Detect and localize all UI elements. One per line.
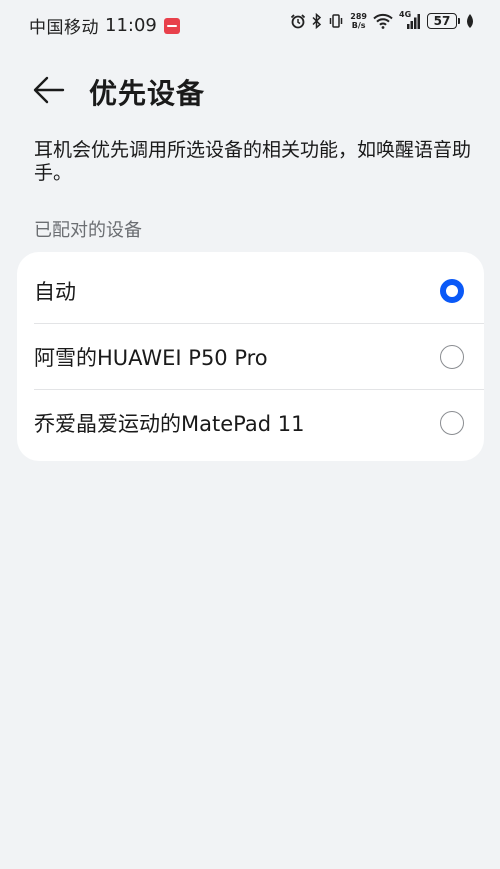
clock: 11:09 — [105, 15, 157, 36]
carrier-name: 中国移动 — [29, 18, 99, 38]
alarm-icon — [290, 13, 306, 29]
bluetooth-icon — [312, 13, 322, 29]
device-option-matepad-11[interactable]: 乔爱晶爱运动的MatePad 11 — [17, 390, 484, 456]
notification-app-icon — [163, 17, 180, 34]
network-speed-unit: B/s — [351, 21, 366, 30]
device-option-auto[interactable]: 自动 — [17, 258, 484, 324]
device-option-label: 自动 — [34, 280, 76, 304]
signal-icon: 4G — [399, 10, 421, 30]
radio-selected-icon[interactable] — [440, 279, 464, 303]
section-label-paired-devices: 已配对的设备 — [34, 220, 142, 241]
status-left: 中国移动 11:09 — [29, 13, 180, 38]
device-list-card: 自动 阿雪的HUAWEI P50 Pro 乔爱晶爱运动的MatePad 11 — [17, 252, 484, 461]
device-option-label: 阿雪的HUAWEI P50 Pro — [34, 346, 268, 370]
network-speed-value: 289 — [350, 12, 367, 21]
vibrate-icon — [328, 13, 344, 29]
arrow-left-icon — [33, 76, 65, 104]
status-right: 289 B/s 4G 57 — [290, 10, 474, 30]
battery-tip — [458, 18, 460, 24]
description-text: 耳机会优先调用所选设备的相关功能，如唤醒语音助手。 — [34, 139, 472, 184]
wifi-icon — [373, 13, 393, 29]
status-bar: 中国移动 11:09 289 B/s 4G 57 — [0, 0, 500, 50]
page-header: 优先设备 — [0, 60, 500, 120]
device-option-label: 乔爱晶爱运动的MatePad 11 — [34, 412, 305, 436]
page-title: 优先设备 — [89, 77, 206, 110]
battery-level: 57 — [427, 13, 457, 29]
network-speed: 289 B/s — [350, 12, 367, 30]
battery-indicator: 57 — [427, 13, 460, 29]
leaf-icon — [466, 13, 474, 29]
radio-unselected-icon[interactable] — [440, 411, 464, 435]
device-option-p50-pro[interactable]: 阿雪的HUAWEI P50 Pro — [17, 324, 484, 390]
back-button[interactable] — [28, 72, 68, 108]
radio-unselected-icon[interactable] — [440, 345, 464, 369]
